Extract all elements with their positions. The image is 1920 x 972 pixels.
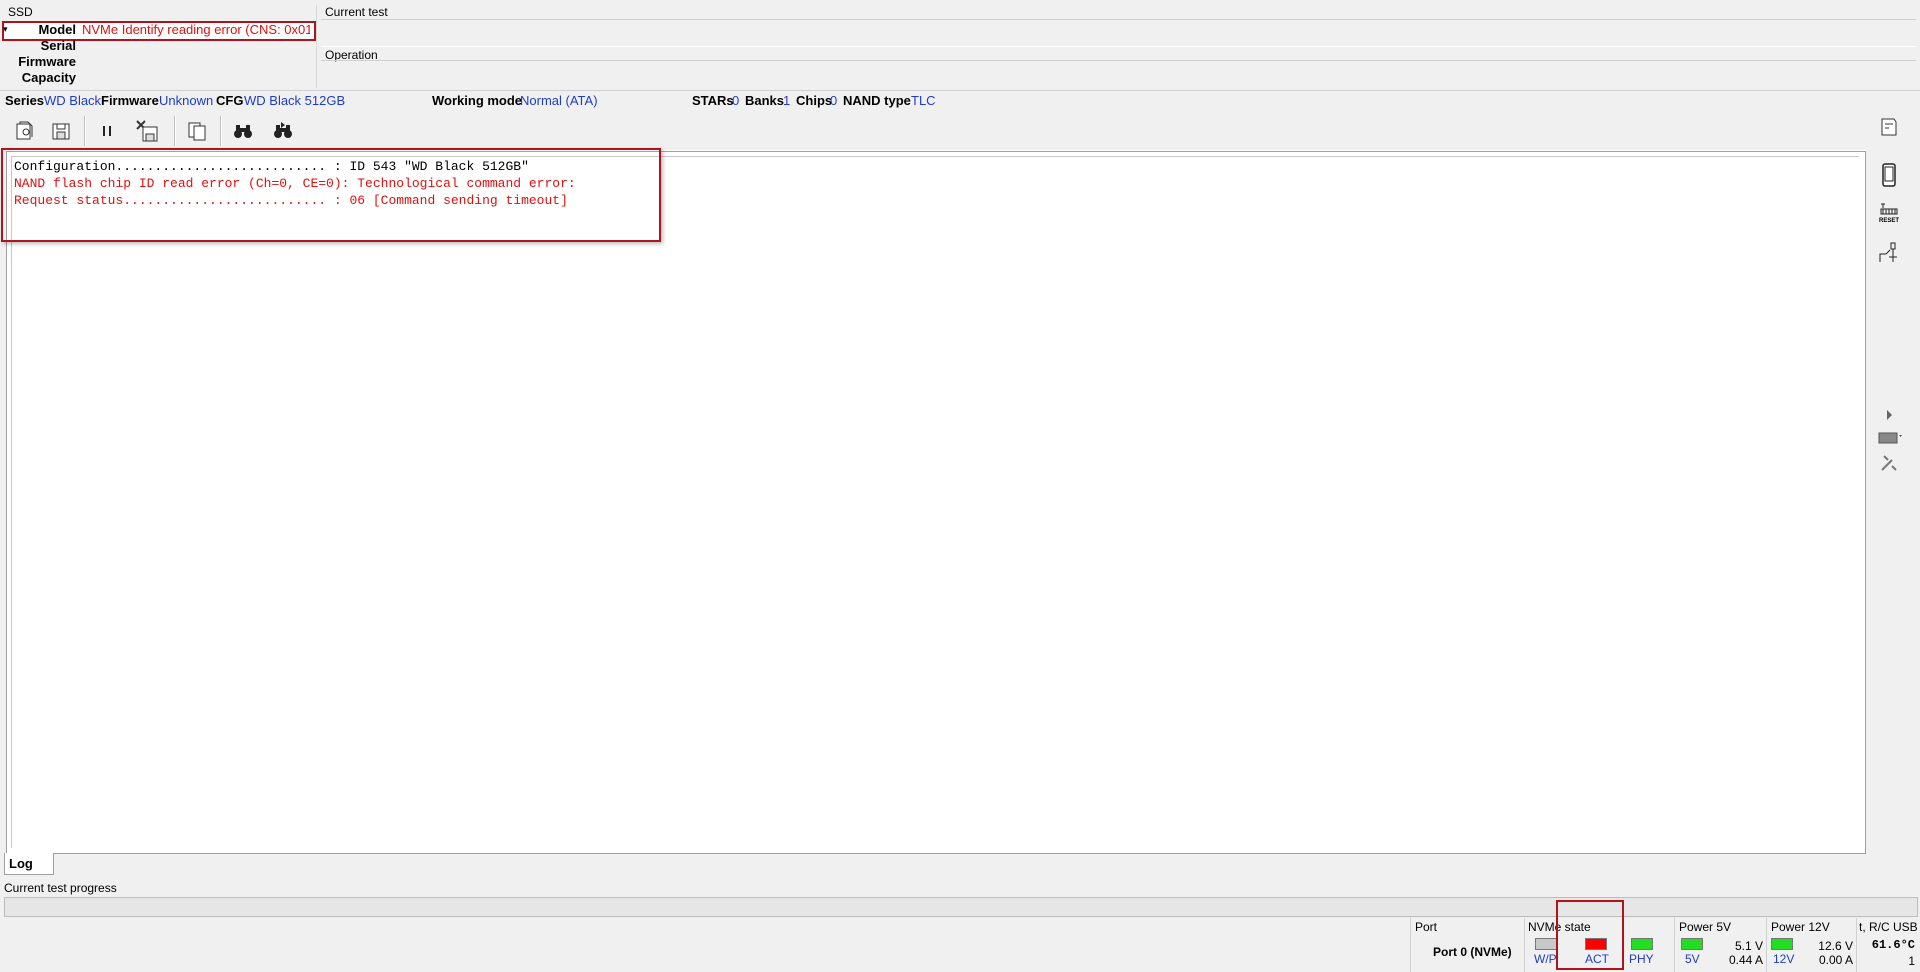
log-line: Request status..........................… xyxy=(14,193,568,208)
toolbar-separator xyxy=(84,116,86,146)
operation-value xyxy=(321,60,1916,87)
serial-label: Serial xyxy=(40,38,76,53)
port-title: Port xyxy=(1415,920,1438,934)
ssd-group-label: SSD xyxy=(8,5,33,19)
tab-log-label: Log xyxy=(9,856,33,871)
operation-group: Operation xyxy=(316,46,1919,88)
rc-value: 1 xyxy=(1908,954,1915,968)
reset-icon[interactable]: RESET xyxy=(1874,198,1904,228)
model-label: Model xyxy=(38,22,76,37)
series-value: WD Black xyxy=(44,93,102,108)
port-value: Port 0 (NVMe) xyxy=(1433,945,1512,959)
cfg-label: CFG xyxy=(216,93,244,108)
capacity-label: Capacity xyxy=(21,70,76,85)
right-tool-panel: RESET xyxy=(1866,110,1920,854)
wp-indicator xyxy=(1535,938,1557,950)
power-connector-icon[interactable] xyxy=(1874,238,1904,268)
progress-label: Current test progress xyxy=(4,881,117,895)
stars-label: STARs xyxy=(692,93,734,108)
current-test-group: Current test xyxy=(316,5,1919,47)
power-12v-current: 0.00 A xyxy=(1818,953,1853,967)
chips-label: Chips xyxy=(796,93,833,108)
phone-icon[interactable] xyxy=(1874,160,1904,190)
find-icon[interactable] xyxy=(228,116,258,146)
series-label: Series xyxy=(5,93,45,108)
collapse-arrow-icon[interactable]: ▾ xyxy=(3,24,8,35)
power-5v-label: 5V xyxy=(1685,952,1700,966)
phy-indicator xyxy=(1631,938,1653,950)
device-info-row: Series WD Black Firmware Unknown CFG WD … xyxy=(0,90,1920,111)
phy-label: PHY xyxy=(1629,952,1654,966)
firmware-info-value: Unknown xyxy=(159,93,214,108)
chips-value: 0 xyxy=(830,93,838,108)
power-5v-current: 0.44 A xyxy=(1728,953,1763,967)
act-highlight-box xyxy=(1556,900,1624,970)
terminal-icon[interactable] xyxy=(1874,112,1904,142)
power-5v-indicator xyxy=(1681,938,1703,950)
power-12v-indicator xyxy=(1771,938,1793,950)
tools-icon[interactable] xyxy=(1874,448,1904,478)
log-line: NAND flash chip ID read error (Ch=0, CE=… xyxy=(14,176,576,191)
firmware-info-label: Firmware xyxy=(101,93,159,108)
copy-icon[interactable] xyxy=(182,116,212,146)
cfg-value: WD Black 512GB xyxy=(244,93,346,108)
power-5v-group: Power 5V 5V 5.1 V 0.44 A xyxy=(1674,918,1767,972)
port-group: Port Port 0 (NVMe) xyxy=(1410,918,1525,972)
nand-type-value: TLC xyxy=(911,93,936,108)
power-12v-group: Power 12V 12V 12.6 V 0.00 A xyxy=(1766,918,1857,972)
reset-text: RESET xyxy=(1878,218,1899,224)
open-config-icon[interactable] xyxy=(10,116,40,146)
power-5v-voltage: 5.1 V xyxy=(1734,939,1763,953)
working-mode-value: Normal (ATA) xyxy=(520,93,598,108)
banks-label: Banks xyxy=(745,93,785,108)
progress-bar xyxy=(4,897,1918,917)
toolbar xyxy=(6,112,1866,151)
status-bar: Port Port 0 (NVMe) NVMe state W/P ACT PH… xyxy=(0,918,1920,972)
power-12v-title: Power 12V xyxy=(1771,920,1830,934)
wp-label: W/P xyxy=(1534,952,1557,966)
temperature-value: 61.6°C xyxy=(1871,938,1915,952)
toolbar-separator xyxy=(174,116,176,146)
current-test-label: Current test xyxy=(325,5,388,19)
current-test-value xyxy=(321,19,1916,47)
pause-icon[interactable] xyxy=(92,116,122,146)
model-value: NVMe Identify reading error (CNS: 0x01; … xyxy=(82,22,310,37)
log-panel[interactable]: Configuration...........................… xyxy=(1,148,1866,854)
power-12v-voltage: 12.6 V xyxy=(1818,939,1853,953)
temperature-group: t, R/C USB 61.6°C 1 xyxy=(1856,918,1920,972)
power-12v-label: 12V xyxy=(1773,952,1795,966)
working-mode-label: Working mode xyxy=(432,93,523,108)
firmware-label: Firmware xyxy=(18,54,76,69)
find-next-icon[interactable] xyxy=(268,116,298,146)
log-line: Configuration...........................… xyxy=(14,159,529,174)
cancel-save-icon[interactable] xyxy=(132,116,162,146)
banks-value: 1 xyxy=(783,93,791,108)
temperature-title: t, R/C USB xyxy=(1859,920,1918,934)
tab-log[interactable]: Log xyxy=(4,853,54,875)
toolbar-separator xyxy=(220,116,222,146)
save-config-icon[interactable] xyxy=(46,116,76,146)
power-5v-title: Power 5V xyxy=(1679,920,1732,934)
stars-value: 0 xyxy=(732,93,740,108)
ssd-panel: SSD ▾ Model NVMe Identify reading error … xyxy=(0,0,316,90)
nand-type-label: NAND type xyxy=(843,93,911,108)
log-left-border xyxy=(11,156,12,848)
